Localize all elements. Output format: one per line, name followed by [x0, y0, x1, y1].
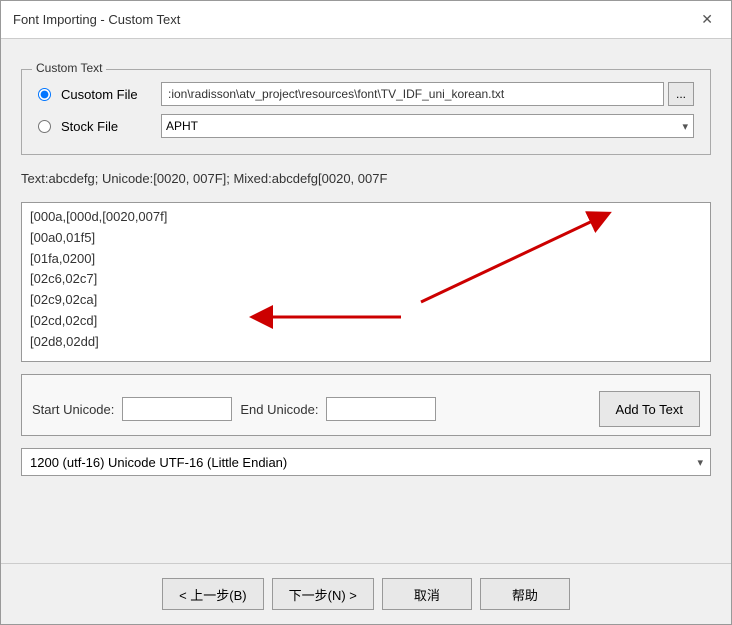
main-content: Custom Text Cusotom File ... Stock File …: [1, 39, 731, 563]
close-button[interactable]: ✕: [695, 9, 719, 30]
list-box: [000a,[000d,[0020,007f][00a0,01f5][01fa,…: [22, 203, 710, 357]
start-unicode-label: Start Unicode:: [32, 402, 114, 417]
encoding-select-wrapper: 1200 (utf-16) Unicode UTF-16 (Little End…: [21, 448, 711, 476]
custom-file-row: Cusotom File ...: [38, 82, 694, 106]
list-item[interactable]: [000a,[000d,[0020,007f]: [28, 207, 704, 228]
file-path-input[interactable]: [161, 82, 664, 106]
custom-file-radio[interactable]: [38, 88, 51, 101]
unicode-section: Start Unicode: End Unicode: Add To Text: [21, 374, 711, 436]
stock-select[interactable]: APHT: [161, 114, 694, 138]
file-path-row: ...: [161, 82, 694, 106]
bottom-bar: < 上一步(B) 下一步(N) > 取消 帮助: [1, 563, 731, 624]
unicode-add-row: Start Unicode: End Unicode: Add To Text: [32, 383, 700, 427]
custom-file-label: Cusotom File: [61, 87, 151, 102]
end-unicode-input[interactable]: [326, 397, 436, 421]
add-to-text-button[interactable]: Add To Text: [599, 391, 700, 427]
stock-file-radio[interactable]: [38, 120, 51, 133]
browse-button[interactable]: ...: [668, 82, 694, 106]
help-button[interactable]: 帮助: [480, 578, 570, 610]
list-item[interactable]: [00a0,01f5]: [28, 228, 704, 249]
next-button[interactable]: 下一步(N) >: [272, 578, 374, 610]
start-unicode-input[interactable]: [122, 397, 232, 421]
cancel-button[interactable]: 取消: [382, 578, 472, 610]
list-item[interactable]: [02d8,02dd]: [28, 332, 704, 353]
encoding-select[interactable]: 1200 (utf-16) Unicode UTF-16 (Little End…: [21, 448, 711, 476]
list-item[interactable]: [01fa,0200]: [28, 249, 704, 270]
window-title: Font Importing - Custom Text: [13, 12, 180, 27]
list-item[interactable]: [02cd,02cd]: [28, 311, 704, 332]
stock-file-label: Stock File: [61, 119, 151, 134]
info-text: Text:abcdefg; Unicode:[0020, 007F]; Mixe…: [21, 167, 711, 190]
stock-file-row: Stock File APHT: [38, 114, 694, 138]
title-bar: Font Importing - Custom Text ✕: [1, 1, 731, 39]
custom-text-group: Custom Text Cusotom File ... Stock File …: [21, 69, 711, 155]
back-button[interactable]: < 上一步(B): [162, 578, 264, 610]
stock-select-wrapper: APHT: [161, 114, 694, 138]
list-box-container[interactable]: [000a,[000d,[0020,007f][00a0,01f5][01fa,…: [21, 202, 711, 362]
list-area: [000a,[000d,[0020,007f][00a0,01f5][01fa,…: [21, 202, 711, 362]
encoding-row: 1200 (utf-16) Unicode UTF-16 (Little End…: [21, 448, 711, 476]
main-window: Font Importing - Custom Text ✕ Custom Te…: [0, 0, 732, 625]
list-item[interactable]: [02c6,02c7]: [28, 269, 704, 290]
end-unicode-label: End Unicode:: [240, 402, 318, 417]
group-legend: Custom Text: [32, 61, 106, 75]
list-item[interactable]: [02c9,02ca]: [28, 290, 704, 311]
